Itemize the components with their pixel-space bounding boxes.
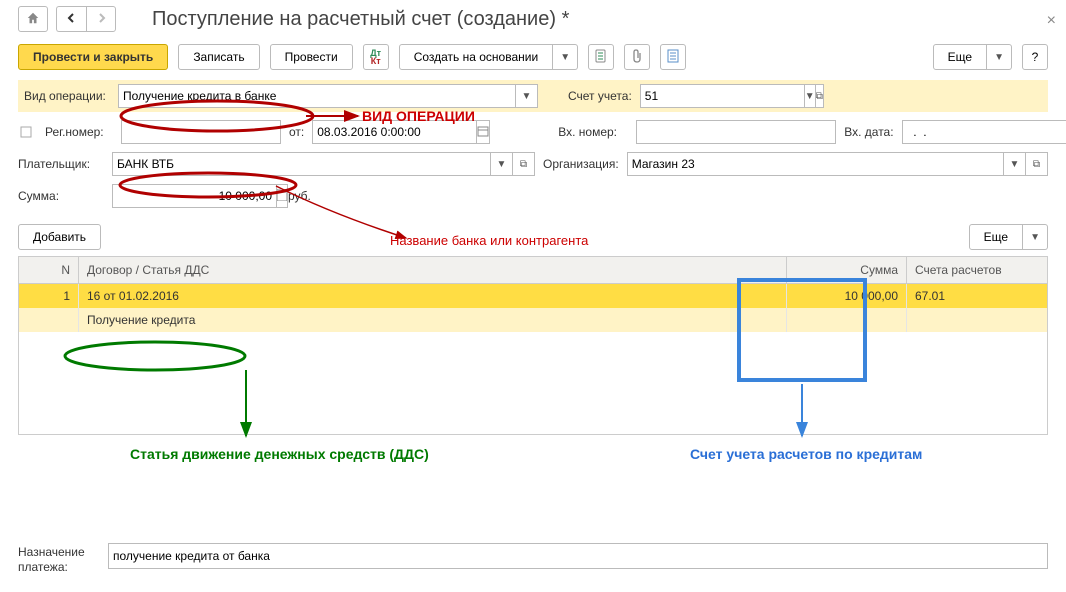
organizacia-open[interactable]: ⧉: [1026, 152, 1048, 176]
anno-vid-op: ВИД ОПЕРАЦИИ: [362, 108, 475, 124]
print-button[interactable]: [660, 44, 686, 70]
organizacia-label: Организация:: [543, 157, 619, 171]
cell-dogovor: 16 от 01.02.2016: [79, 284, 787, 308]
platelshik-open[interactable]: ⧉: [513, 152, 535, 176]
receipt-icon: [18, 125, 33, 140]
home-icon: [26, 11, 40, 28]
cell-scheta: 67.01: [907, 284, 1047, 308]
dtkr-icon: ДтКт: [370, 49, 381, 65]
paperclip-icon: [631, 49, 643, 66]
help-button[interactable]: ?: [1022, 44, 1048, 70]
open-external-icon: ⧉: [816, 91, 823, 102]
calculator-icon: [277, 189, 287, 204]
chevron-down-icon: ▼: [560, 52, 570, 63]
platelshik-label: Плательщик:: [18, 157, 104, 171]
vid-operacii-label: Вид операции:: [24, 89, 110, 103]
related-docs-button[interactable]: [588, 44, 614, 70]
schet-ucheta-dropdown[interactable]: ▼: [805, 84, 816, 108]
calendar-icon: [477, 125, 489, 140]
summa-unit: руб.: [288, 189, 311, 203]
anno-acct: Счет учета расчетов по кредитам: [690, 446, 922, 462]
zapisat-button[interactable]: Записать: [178, 44, 259, 70]
cell-n: 1: [19, 284, 79, 308]
table-row-sub[interactable]: Получение кредита: [19, 308, 1047, 332]
chevron-down-icon: ▼: [805, 91, 815, 102]
chevron-down-icon: ▼: [1030, 232, 1040, 243]
create-based-on-button[interactable]: Создать на основании: [399, 44, 554, 70]
add-row-button[interactable]: Добавить: [18, 224, 101, 250]
home-button[interactable]: [18, 6, 48, 32]
cell-summa: 10 000,00: [787, 284, 907, 308]
reg-nomer-input[interactable]: [121, 120, 281, 144]
chevron-down-icon: ▼: [497, 159, 507, 170]
col-header-dogovor[interactable]: Договор / Статья ДДС: [79, 257, 787, 283]
col-header-scheta[interactable]: Счета расчетов: [907, 257, 1047, 283]
cell-empty: [787, 308, 907, 332]
more-button[interactable]: Еще: [933, 44, 987, 70]
reg-nomer-label: Рег.номер:: [45, 125, 113, 139]
chevron-down-icon: ▼: [522, 91, 532, 102]
vh-nomer-label: Вх. номер:: [558, 125, 628, 139]
grid-more-caret[interactable]: ▼: [1023, 224, 1048, 250]
cell-empty: [19, 308, 79, 332]
dtkr-button[interactable]: ДтКт: [363, 44, 389, 70]
create-based-on-split[interactable]: Создать на основании ▼: [399, 44, 578, 70]
open-external-icon: ⧉: [520, 159, 527, 170]
list-doc-icon: [667, 49, 679, 66]
attachments-button[interactable]: [624, 44, 650, 70]
grid-more-button[interactable]: Еще: [969, 224, 1023, 250]
summa-input[interactable]: [112, 184, 277, 208]
naznach-input[interactable]: [108, 543, 1048, 569]
more-caret[interactable]: ▼: [987, 44, 1012, 70]
create-based-on-caret[interactable]: ▼: [553, 44, 578, 70]
grid-more-split[interactable]: Еще ▼: [969, 224, 1048, 250]
col-header-n[interactable]: N: [19, 257, 79, 283]
summa-calc[interactable]: [277, 184, 288, 208]
vh-nomer-input[interactable]: [636, 120, 836, 144]
details-grid: N Договор / Статья ДДС Сумма Счета расче…: [18, 256, 1048, 435]
vh-data-label: Вх. дата:: [844, 125, 893, 139]
page-title: Поступление на расчетный счет (создание)…: [152, 8, 569, 31]
summa-label: Сумма:: [18, 189, 104, 203]
more-split[interactable]: Еще ▼: [933, 44, 1012, 70]
arrow-right-icon: [95, 12, 107, 27]
chevron-down-icon: ▼: [1010, 159, 1020, 170]
ot-label: от:: [289, 125, 304, 139]
provesti-zakryt-button[interactable]: Провести и закрыть: [18, 44, 168, 70]
cell-empty: [907, 308, 1047, 332]
naznach-label: Назначение платежа:: [18, 543, 98, 576]
table-row[interactable]: 1 16 от 01.02.2016 10 000,00 67.01: [19, 284, 1047, 308]
organizacia-input[interactable]: [627, 152, 1004, 176]
chevron-down-icon: ▼: [994, 52, 1004, 63]
provesti-button[interactable]: Провести: [270, 44, 353, 70]
cell-dds: Получение кредита: [79, 308, 787, 332]
vid-operacii-input[interactable]: [118, 84, 516, 108]
arrow-left-icon: [66, 12, 78, 27]
anno-dds: Статья движение денежных средств (ДДС): [130, 446, 429, 462]
organizacia-dropdown[interactable]: ▼: [1004, 152, 1026, 176]
forward-button[interactable]: [86, 6, 116, 32]
schet-ucheta-open[interactable]: ⧉: [816, 84, 824, 108]
open-external-icon: ⧉: [1033, 159, 1040, 170]
back-button[interactable]: [56, 6, 86, 32]
platelshik-input[interactable]: [112, 152, 491, 176]
platelshik-dropdown[interactable]: ▼: [491, 152, 513, 176]
schet-ucheta-input[interactable]: [640, 84, 805, 108]
anno-bank-name: Название банка или контрагента: [390, 233, 588, 248]
schet-ucheta-label: Счет учета:: [568, 89, 632, 103]
document-icon: [594, 49, 608, 66]
vid-operacii-dropdown[interactable]: ▼: [516, 84, 538, 108]
close-button[interactable]: ×: [1047, 12, 1056, 30]
vh-data-input[interactable]: [902, 120, 1066, 144]
ot-date-calendar[interactable]: [477, 120, 490, 144]
col-header-summa[interactable]: Сумма: [787, 257, 907, 283]
